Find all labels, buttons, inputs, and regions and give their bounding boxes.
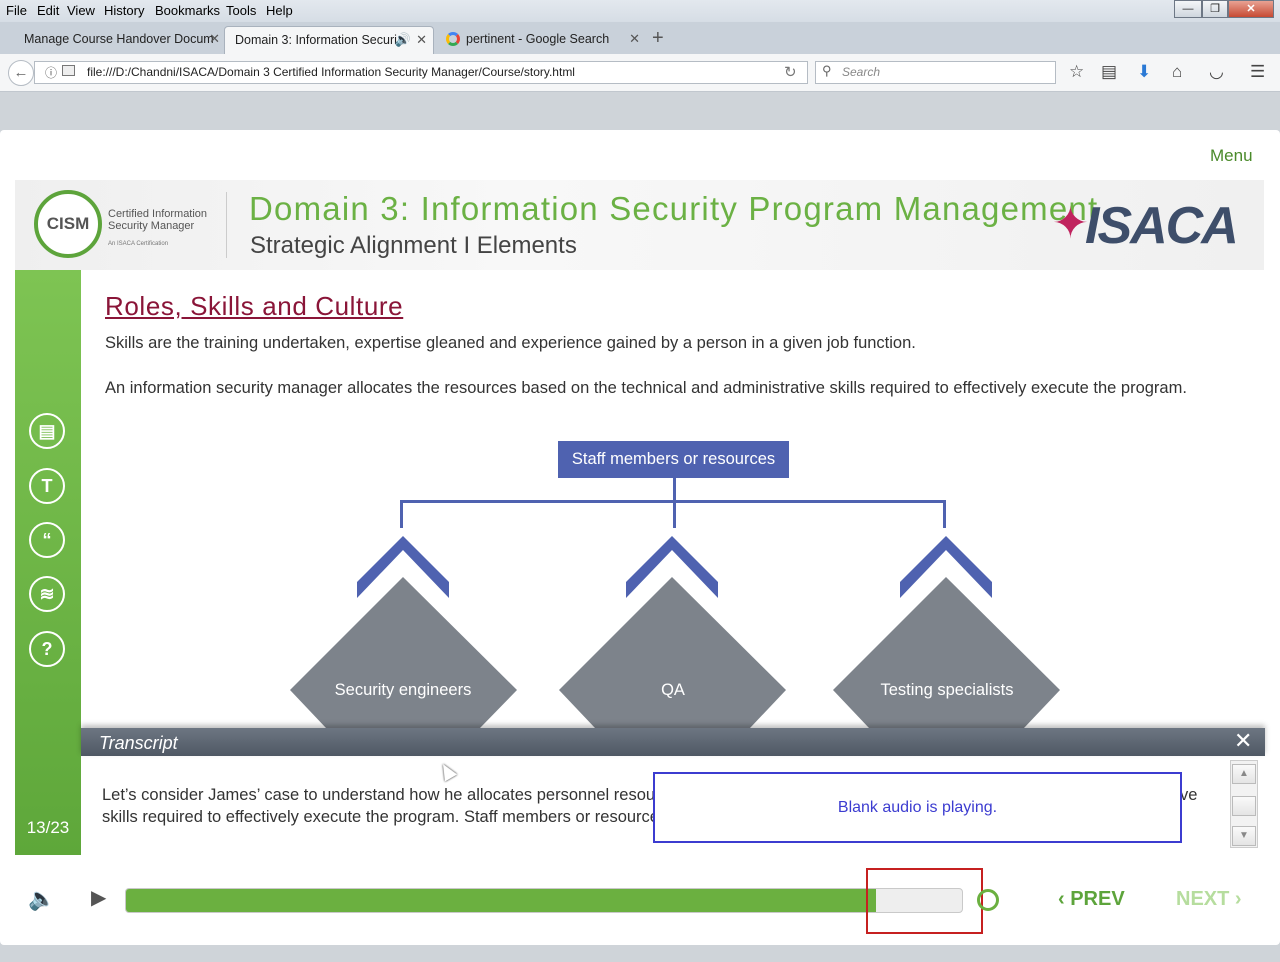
seek-progress bbox=[126, 889, 876, 912]
isaca-star-icon: ✦ bbox=[1052, 199, 1089, 248]
menu-view[interactable]: View bbox=[67, 3, 95, 18]
layers-icon[interactable]: ≋ bbox=[29, 576, 65, 612]
url-bar[interactable]: file:///D:/Chandni/ISACA/Domain 3 Certif… bbox=[34, 61, 808, 84]
close-icon[interactable]: ✕ bbox=[629, 26, 640, 52]
tab-google-search[interactable]: pertinent - Google Search ✕ bbox=[436, 26, 646, 54]
hamburger-menu-icon[interactable]: ☰ bbox=[1250, 62, 1265, 82]
menu-file[interactable]: File bbox=[6, 3, 27, 18]
isaca-logo: ISACA bbox=[1085, 197, 1239, 255]
next-button[interactable]: NEXT › bbox=[1176, 888, 1242, 911]
search-input[interactable]: Search bbox=[815, 61, 1056, 84]
search-icon: ⚲ bbox=[822, 63, 832, 78]
seek-bar[interactable] bbox=[125, 888, 963, 913]
download-icon[interactable]: ⬇ bbox=[1137, 62, 1151, 82]
prev-button[interactable]: ‹ PREV bbox=[1058, 888, 1125, 911]
prev-label: PREV bbox=[1070, 888, 1125, 910]
connector-line bbox=[400, 500, 946, 503]
transcript-title: Transcript bbox=[99, 733, 178, 753]
tab-label: Manage Course Handover Docum bbox=[24, 32, 214, 46]
next-label: NEXT bbox=[1176, 888, 1230, 910]
volume-icon[interactable]: 🔈 bbox=[28, 886, 55, 912]
transcript-line: Let’s consider James’ case to understand… bbox=[102, 786, 656, 804]
bookmark-star-icon[interactable]: ☆ bbox=[1069, 62, 1084, 82]
home-icon[interactable]: ⌂ bbox=[1172, 62, 1182, 82]
player-sidebar bbox=[15, 270, 81, 855]
menu-history[interactable]: History bbox=[104, 3, 144, 18]
reading-list-icon[interactable]: ▤ bbox=[1101, 62, 1117, 82]
menu-bookmarks[interactable]: Bookmarks bbox=[155, 3, 220, 18]
transcript-line-tail: ve bbox=[1180, 786, 1198, 804]
role-diamond bbox=[559, 577, 786, 728]
connector-line bbox=[673, 478, 676, 528]
slide-heading: Roles, Skills and Culture bbox=[105, 291, 404, 321]
scroll-thumb[interactable] bbox=[1232, 796, 1256, 816]
slide-paragraph-2: An information security manager allocate… bbox=[105, 379, 1187, 397]
transcript-header bbox=[81, 728, 1265, 756]
close-icon[interactable]: ✕ bbox=[416, 27, 427, 53]
chevron-right-icon: › bbox=[1229, 888, 1242, 910]
role-label-testing-specialists: Testing specialists bbox=[880, 681, 1014, 699]
text-icon[interactable]: T bbox=[29, 468, 65, 504]
google-icon bbox=[446, 32, 460, 46]
player-menu-button[interactable]: Menu bbox=[1210, 146, 1253, 166]
window-close-button[interactable]: ✕ bbox=[1228, 0, 1274, 18]
menu-edit[interactable]: Edit bbox=[37, 3, 59, 18]
replay-icon[interactable] bbox=[977, 889, 999, 911]
page-icon bbox=[62, 65, 75, 76]
slide-paragraph-1: Skills are the training undertaken, expe… bbox=[105, 334, 916, 352]
course-title: Domain 3: Information Security Program M… bbox=[249, 190, 1099, 227]
cism-logo-text: Certified Information Security Manager bbox=[108, 208, 208, 232]
course-subtitle: Strategic Alignment I Elements bbox=[250, 232, 577, 259]
transcript-line: skills required to effectively execute t… bbox=[102, 808, 659, 826]
close-icon[interactable]: ✕ bbox=[209, 26, 220, 52]
slide-counter: 13/23 bbox=[26, 818, 70, 837]
role-diamond bbox=[290, 577, 517, 728]
quote-icon[interactable]: “ bbox=[29, 522, 65, 558]
play-icon[interactable]: ▶ bbox=[91, 885, 106, 910]
tab-manage-course[interactable]: Manage Course Handover Docum ✕ bbox=[14, 26, 226, 54]
restore-button[interactable]: ❐ bbox=[1202, 0, 1228, 18]
scroll-up-button[interactable]: ▲ bbox=[1232, 764, 1256, 784]
connector-line bbox=[400, 500, 403, 528]
connector-line bbox=[943, 500, 946, 528]
reload-icon[interactable]: ↻ bbox=[784, 63, 797, 81]
transcript-close-icon[interactable]: ✕ bbox=[1234, 728, 1252, 754]
minimize-button[interactable]: — bbox=[1174, 0, 1202, 18]
highlight-annotation bbox=[866, 868, 983, 934]
role-label-qa: QA bbox=[661, 681, 685, 699]
cism-logo: CISM bbox=[34, 190, 102, 258]
menu-tools[interactable]: Tools bbox=[226, 3, 256, 18]
pocket-icon[interactable]: ◡ bbox=[1209, 62, 1224, 82]
menu-help[interactable]: Help bbox=[266, 3, 293, 18]
info-icon[interactable]: ⓘ bbox=[45, 64, 57, 81]
audio-notice: Blank audio is playing. bbox=[653, 772, 1182, 843]
help-icon[interactable]: ? bbox=[29, 631, 65, 667]
notes-icon[interactable]: ▤ bbox=[29, 413, 65, 449]
new-tab-button[interactable]: + bbox=[652, 27, 664, 50]
role-diamond bbox=[833, 577, 1060, 728]
back-button[interactable]: ← bbox=[8, 60, 34, 86]
banner-divider bbox=[226, 192, 227, 258]
tab-domain-3[interactable]: Domain 3: Information Securi 🔊 ✕ bbox=[224, 26, 434, 54]
chevron-left-icon: ‹ bbox=[1058, 888, 1071, 910]
tab-label: Domain 3: Information Securi bbox=[235, 33, 397, 47]
speaker-icon[interactable]: 🔊 bbox=[395, 27, 411, 53]
tab-label: pertinent - Google Search bbox=[466, 32, 610, 46]
cism-logo-subtext: An ISACA Certification bbox=[108, 241, 169, 247]
org-root-box: Staff members or resources bbox=[558, 441, 789, 478]
role-label-security-engineers: Security engineers bbox=[334, 681, 472, 699]
scroll-down-button[interactable]: ▼ bbox=[1232, 826, 1256, 846]
